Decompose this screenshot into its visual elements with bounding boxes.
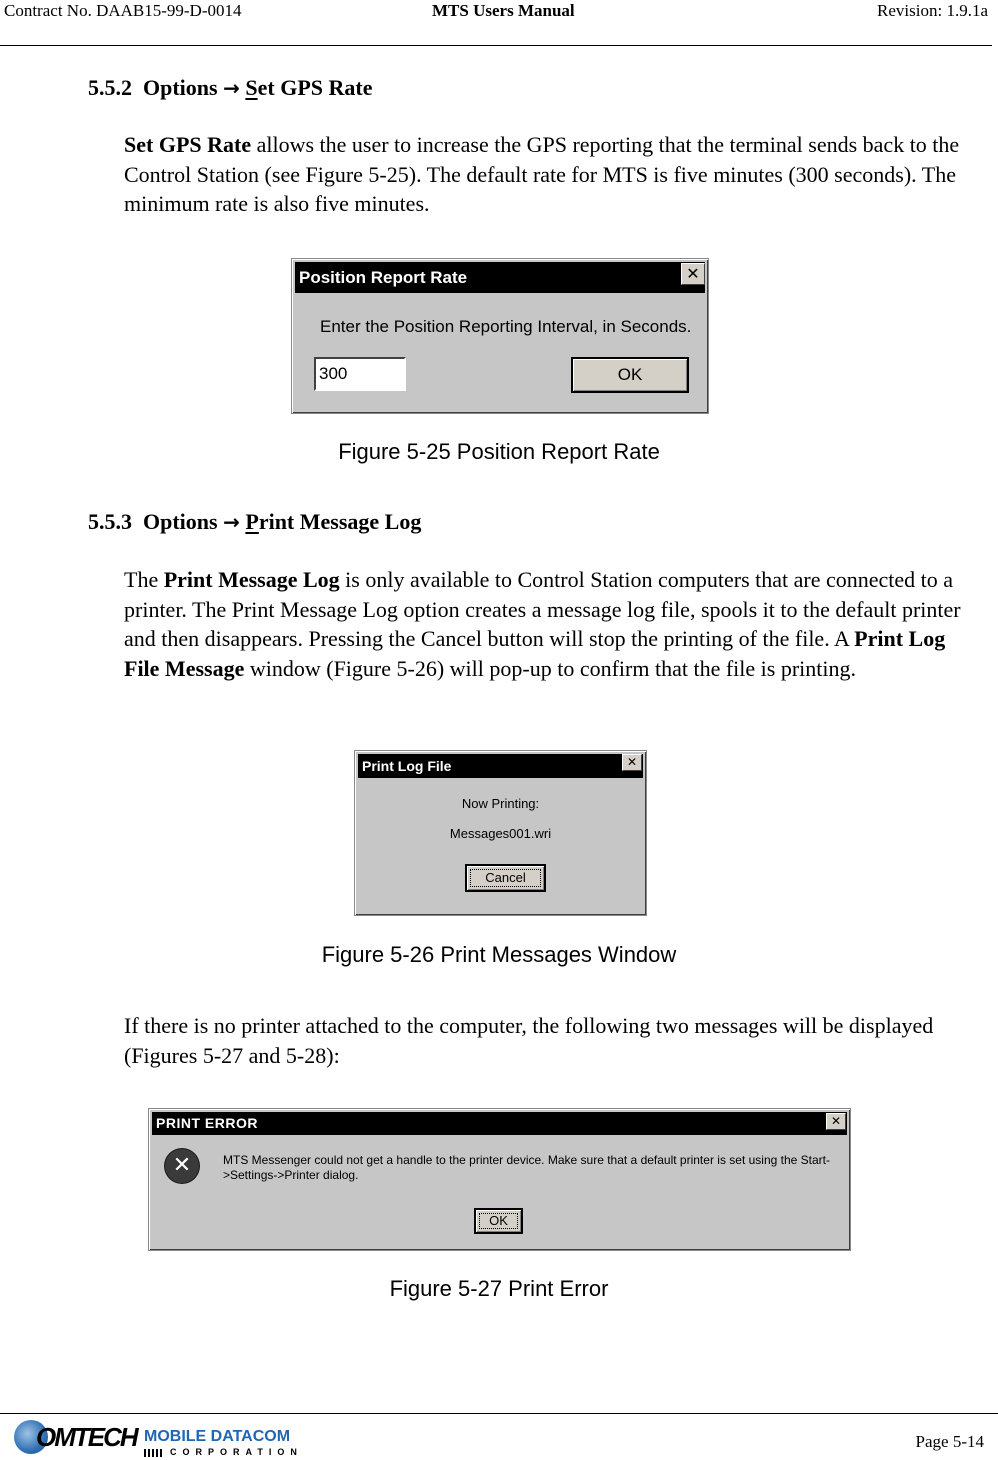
status-label: Now Printing: (461, 796, 540, 811)
section-heading-5-5-3: 5.5.3 Options → Print Message Log (88, 509, 421, 535)
ok-label: OK (617, 365, 643, 384)
page-number: Page 5-14 (915, 1432, 984, 1451)
header-divider (0, 45, 992, 46)
close-button[interactable]: ✕ (681, 263, 705, 285)
dialog-title: Print Log File (362, 758, 452, 774)
set-gps-rate-paragraph: Set GPS Rate allows the user to increase… (124, 130, 974, 219)
dialog-title: PRINT ERROR (156, 1115, 258, 1131)
contract-number: Contract No. DAAB15-99-D-0014 (4, 1, 242, 20)
close-button[interactable]: ✕ (826, 1113, 846, 1130)
menu-item-name: et GPS Rate (257, 75, 373, 100)
close-icon: ✕ (830, 1114, 842, 1128)
print-error-dialog: PRINT ERROR ✕ ✕ MTS Messenger could not … (148, 1108, 851, 1251)
comtech-logo: OMTECH MOBILE DATACOM CORPORATION (14, 1418, 334, 1458)
file-name: Messages001.wri (449, 826, 552, 841)
term-bold: Print Message Log (163, 567, 340, 592)
ok-button[interactable]: OK (571, 357, 689, 393)
mnemonic-letter: P (245, 509, 259, 534)
print-log-file-dialog: Print Log File ✕ Now Printing: Messages0… (354, 750, 647, 916)
print-message-log-paragraph: The Print Message Log is only available … (124, 565, 974, 683)
mnemonic-letter: S (245, 75, 258, 100)
error-icon: ✕ (165, 1149, 199, 1183)
figure-caption-5-27: Figure 5-27 Print Error (389, 1276, 609, 1301)
section-number: 5.5.2 (88, 75, 132, 100)
dialog-title-bar: Print Log File (358, 754, 643, 778)
menu-item-name: rint Message Log (258, 509, 422, 534)
logo-bars-icon (144, 1449, 164, 1457)
arrow-right-icon: → (223, 510, 240, 534)
logo-corporation-text: CORPORATION (170, 1447, 303, 1457)
ok-button[interactable]: OK (474, 1208, 523, 1234)
dialog-title-bar: Position Report Rate (295, 262, 705, 293)
menu-name: Options (143, 75, 218, 100)
section-number: 5.5.3 (88, 509, 132, 534)
section-heading-5-5-2: 5.5.2 Options → Set GPS Rate (88, 75, 372, 101)
position-report-rate-dialog: Position Report Rate ✕ Enter the Positio… (291, 258, 709, 414)
footer-divider (0, 1413, 998, 1414)
manual-title: MTS Users Manual (432, 1, 575, 20)
revision: Revision: 1.9.1a (877, 1, 988, 20)
cancel-button[interactable]: Cancel (465, 864, 546, 892)
error-message: MTS Messenger could not get a handle to … (223, 1153, 830, 1182)
focus-rect (479, 1213, 518, 1229)
figure-caption-5-26: Figure 5-26 Print Messages Window (321, 942, 677, 967)
page-header: Contract No. DAAB15-99-D-0014 MTS Users … (0, 0, 998, 46)
dialog-title: Position Report Rate (299, 268, 468, 287)
menu-name: Options (143, 509, 218, 534)
dialog-title-bar: PRINT ERROR (152, 1112, 847, 1135)
term-bold: Set GPS Rate (124, 132, 252, 157)
interval-input[interactable] (314, 357, 406, 391)
close-button[interactable]: ✕ (622, 754, 642, 771)
figure-caption-5-25: Figure 5-25 Position Report Rate (338, 439, 660, 464)
dialog-prompt: Enter the Position Reporting Interval, i… (320, 317, 692, 336)
logo-comtech-text: OMTECH (36, 1422, 139, 1452)
close-icon: ✕ (686, 264, 700, 283)
paragraph-text: window (Figure 5-26) will pop-up to conf… (244, 655, 856, 681)
close-icon: ✕ (626, 755, 638, 769)
focus-rect (470, 869, 541, 887)
logo-mobile-datacom-text: MOBILE DATACOM (144, 1428, 291, 1445)
arrow-right-icon: → (223, 76, 240, 100)
paragraph-text: The (124, 567, 164, 592)
no-printer-paragraph: If there is no printer attached to the c… (124, 1013, 934, 1068)
